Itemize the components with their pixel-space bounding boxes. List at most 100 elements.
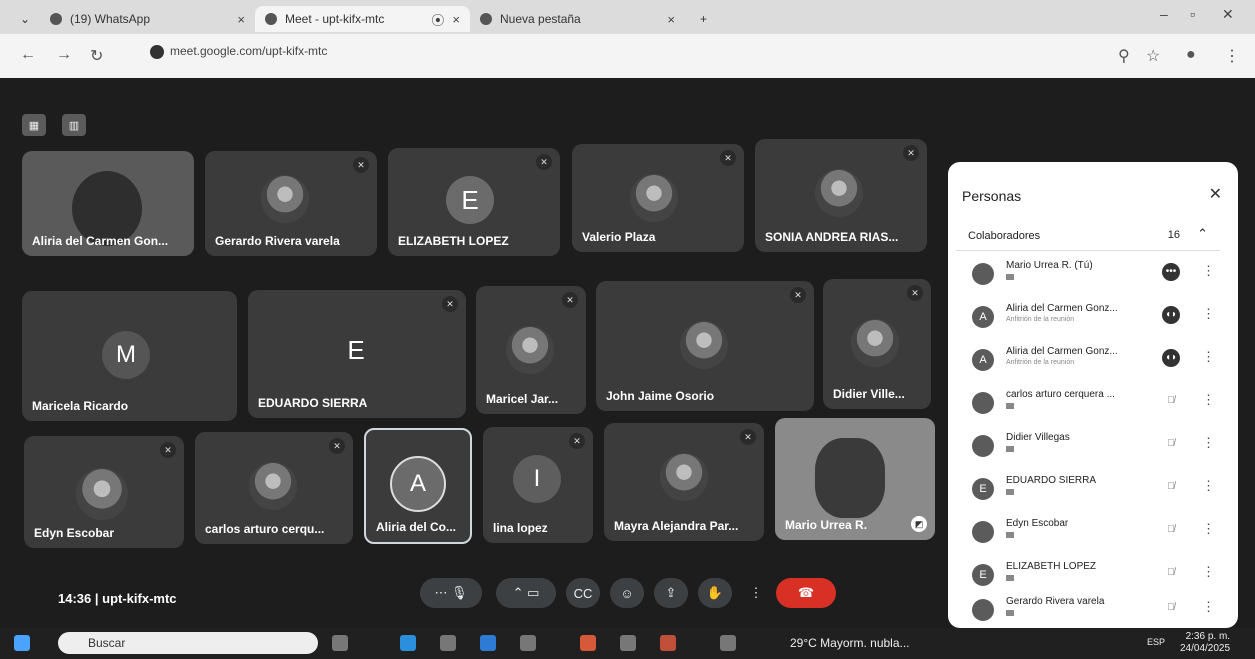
participant-row[interactable]: Mario Urrea R. (Tú) ••• ⋮: [970, 256, 1220, 296]
participant-tile[interactable]: ✕ Gerardo Rivera varela: [205, 151, 377, 256]
raise-hand-button[interactable]: ✋: [698, 578, 732, 608]
chrome-icon[interactable]: [580, 635, 596, 651]
participant-tile[interactable]: I ✕ lina lopez: [483, 427, 593, 543]
participant-tile-speaking[interactable]: A Aliria del Co...: [364, 428, 472, 544]
reload-icon[interactable]: ↻: [90, 46, 103, 66]
clock-date: 24/04/2025: [1180, 643, 1231, 654]
weather-widget[interactable]: 29°C Mayorm. nubla...: [790, 636, 910, 650]
copilot-icon[interactable]: [720, 635, 736, 651]
participant-row[interactable]: E ELIZABETH LOPEZ 🎙̸ ⋮: [970, 557, 1220, 597]
more-options-icon[interactable]: ⋮: [1202, 306, 1215, 322]
participant-row[interactable]: Gerardo Rivera varela 🎙̸ ⋮: [970, 592, 1220, 632]
participant-tile[interactable]: M Maricela Ricardo: [22, 291, 237, 421]
system-clock[interactable]: 2:36 p. m. 24/04/2025: [1180, 631, 1230, 655]
leave-call-button[interactable]: ☎: [776, 578, 836, 608]
layout-icon[interactable]: ▥: [62, 114, 86, 136]
minimize-icon[interactable]: –: [1160, 6, 1168, 22]
mic-off-icon: 🎙̸: [1167, 481, 1175, 492]
new-tab-button[interactable]: +: [690, 6, 714, 32]
file-explorer-icon[interactable]: [440, 635, 456, 651]
avatar: [630, 174, 678, 222]
edge-icon[interactable]: [400, 635, 416, 651]
more-options-icon[interactable]: ⋮: [1202, 564, 1215, 580]
more-options-icon[interactable]: ⋮: [1202, 521, 1215, 537]
participant-tile[interactable]: ✕ Edyn Escobar: [24, 436, 184, 548]
close-panel-icon[interactable]: ✕: [1209, 184, 1222, 204]
participant-tile[interactable]: ✕ Didier Ville...: [823, 279, 931, 409]
tab-meet[interactable]: Meet - upt-kifx-mtc ⦿ ×: [255, 6, 470, 32]
chevron-up-icon[interactable]: ⌃: [1197, 226, 1208, 242]
participant-tile[interactable]: ✕ John Jaime Osorio: [596, 281, 814, 411]
more-options-icon[interactable]: ⋮: [1202, 263, 1215, 279]
camera-button[interactable]: ⌃ ▭: [496, 578, 556, 608]
close-window-icon[interactable]: ✕: [1222, 6, 1234, 23]
store-icon[interactable]: [480, 635, 496, 651]
bookmark-star-icon[interactable]: ☆: [1146, 46, 1160, 66]
participant-tile[interactable]: E ✕ ELIZABETH LOPEZ: [388, 148, 560, 256]
close-tab-icon[interactable]: ×: [237, 12, 245, 27]
more-options-icon[interactable]: ⋮: [1202, 392, 1215, 408]
mic-off-icon: ✕: [353, 157, 369, 173]
more-options-icon[interactable]: ⋮: [748, 578, 764, 608]
panel-title: Personas: [962, 188, 1022, 204]
participant-name: carlos arturo cerquera ...: [1006, 389, 1115, 400]
participant-tile[interactable]: ✕ SONIA ANDREA RIAS...: [755, 139, 927, 252]
app-icon[interactable]: [660, 635, 676, 651]
tab-new[interactable]: Nueva pestaña ×: [470, 6, 685, 32]
tab-list-chevron-icon[interactable]: ⌄: [10, 6, 30, 32]
participant-tile[interactable]: E ✕ EDUARDO SIERRA: [248, 290, 466, 418]
url-field[interactable]: meet.google.com/upt-kifx-mtc: [150, 44, 327, 59]
language-indicator[interactable]: ESP: [1147, 637, 1165, 647]
participant-tile-self[interactable]: Mario Urrea R. ◩: [775, 418, 935, 540]
participant-tile[interactable]: ✕ carlos arturo cerqu...: [195, 432, 353, 544]
panel-toggle-icon[interactable]: ▦: [22, 114, 46, 136]
participant-tile[interactable]: ✕ Mayra Alejandra Par...: [604, 423, 764, 541]
participant-row[interactable]: A Aliria del Carmen Gonz... Anfitrión de…: [970, 342, 1220, 382]
participant-row[interactable]: A Aliria del Carmen Gonz... Anfitrión de…: [970, 299, 1220, 339]
participant-tag: [1006, 610, 1014, 616]
captions-button[interactable]: CC: [566, 578, 600, 608]
site-info-icon[interactable]: [150, 44, 164, 59]
tab-whatsapp[interactable]: (19) WhatsApp ×: [40, 6, 255, 32]
mic-button[interactable]: ⋯ 🎙: [420, 578, 482, 608]
emoji-button[interactable]: ☺: [610, 578, 644, 608]
participant-tile[interactable]: Aliria del Carmen Gon...: [22, 151, 194, 256]
more-options-icon[interactable]: ⋮: [1202, 349, 1215, 365]
browser-menu-icon[interactable]: ⋮: [1224, 46, 1240, 66]
settings-gear-icon[interactable]: [620, 635, 636, 651]
mic-off-icon: ✕: [329, 438, 345, 454]
task-view-icon[interactable]: [332, 635, 348, 651]
participant-name: John Jaime Osorio: [606, 389, 715, 403]
collaborators-section-header[interactable]: Colaboradores 16 ⌃: [956, 220, 1220, 251]
time-text: 14:36: [58, 591, 92, 606]
more-options-icon[interactable]: ⋮: [1202, 599, 1215, 615]
weather-text: 29°C Mayorm. nubla...: [790, 636, 910, 650]
windows-start-icon[interactable]: [14, 635, 30, 651]
section-label: Colaboradores: [968, 230, 1041, 242]
taskbar-search[interactable]: Buscar: [58, 632, 318, 654]
incognito-profile-icon[interactable]: ●: [1186, 46, 1196, 64]
tab-label: Nueva pestaña: [500, 12, 581, 26]
participant-row[interactable]: Didier Villegas 🎙̸ ⋮: [970, 428, 1220, 468]
search-text: Buscar: [88, 636, 126, 650]
participant-tile[interactable]: ✕ Maricel Jar...: [476, 286, 586, 414]
more-options-icon[interactable]: ⋮: [1202, 478, 1215, 494]
maximize-icon[interactable]: ▫: [1190, 6, 1195, 22]
forward-icon[interactable]: →: [56, 46, 72, 64]
close-tab-icon[interactable]: ×: [452, 12, 460, 27]
back-icon[interactable]: ←: [20, 46, 36, 64]
present-button[interactable]: ⇪: [654, 578, 688, 608]
avatar: [76, 468, 128, 520]
more-options-icon[interactable]: ⋮: [1202, 435, 1215, 451]
participant-role: Anfitrión de la reunión: [1006, 359, 1075, 366]
zoom-icon[interactable]: ⚲: [1118, 46, 1130, 66]
participant-row[interactable]: Edyn Escobar 🎙̸ ⋮: [970, 514, 1220, 554]
participant-row[interactable]: E EDUARDO SIERRA 🎙̸ ⋮: [970, 471, 1220, 511]
mail-icon[interactable]: [520, 635, 536, 651]
pin-icon[interactable]: ◩: [911, 516, 927, 532]
close-tab-icon[interactable]: ×: [667, 12, 675, 27]
participant-row[interactable]: carlos arturo cerquera ... 🎙̸ ⋮: [970, 385, 1220, 425]
address-bar: ← → ↻ meet.google.com/upt-kifx-mtc ⚲ ☆ ●…: [0, 34, 1255, 79]
participant-tile[interactable]: ✕ Valerio Plaza: [572, 144, 744, 252]
participant-name: Maricela Ricardo: [32, 399, 129, 413]
